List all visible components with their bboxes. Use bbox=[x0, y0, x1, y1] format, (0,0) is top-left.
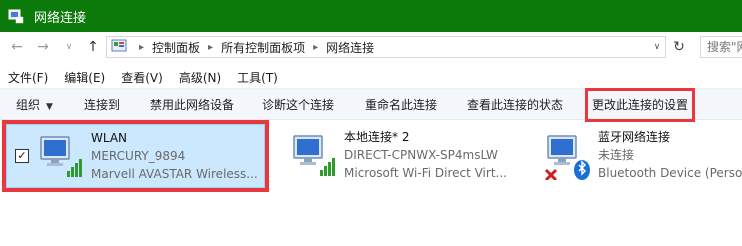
refresh-icon[interactable]: ↻ bbox=[668, 36, 690, 58]
connection-network: DIRECT-CPNWX-SP4msLW bbox=[344, 148, 498, 162]
connection-status: 未连接 bbox=[598, 148, 635, 162]
diagnose-connection-button[interactable]: 诊断这个连接 bbox=[262, 89, 334, 121]
disable-device-button[interactable]: 禁用此网络设备 bbox=[150, 89, 234, 121]
chevron-down-icon: ▼ bbox=[46, 102, 53, 112]
connection-network: MERCURY_9894 bbox=[91, 149, 186, 163]
address-path[interactable]: ▸ 控制面板 ▸ 所有控制面板项 ▸ 网络连接 bbox=[106, 36, 666, 58]
address-dropdown-icon[interactable]: ∨ bbox=[648, 36, 666, 58]
network-connections-app-icon bbox=[8, 8, 24, 24]
menu-edit[interactable]: 编辑(E) bbox=[64, 69, 105, 86]
connection-name: WLAN bbox=[91, 131, 128, 145]
organize-button[interactable]: 组织 ▼ bbox=[16, 89, 53, 121]
selection-checkbox[interactable]: ✓ bbox=[15, 149, 29, 163]
wireless-adapter-icon bbox=[290, 132, 338, 180]
breadcrumb-separator-icon[interactable]: ▸ bbox=[208, 42, 213, 53]
view-status-button[interactable]: 查看此连接的状态 bbox=[467, 89, 563, 121]
menu-file[interactable]: 文件(F) bbox=[8, 69, 48, 86]
breadcrumb-all-items[interactable]: 所有控制面板项 bbox=[221, 39, 305, 56]
recent-locations-chevron-icon[interactable]: ∨ bbox=[58, 36, 80, 58]
connect-to-button[interactable]: 连接到 bbox=[84, 89, 120, 121]
command-bar: 组织 ▼ 连接到 禁用此网络设备 诊断这个连接 重命名此连接 查看此连接的状态 更… bbox=[0, 88, 742, 122]
connection-device: Bluetooth Device (Person bbox=[598, 166, 742, 180]
connection-name: 本地连接* 2 bbox=[344, 130, 410, 144]
connection-item-local-2[interactable]: 本地连接* 2 DIRECT-CPNWX-SP4msLW Microsoft W… bbox=[282, 124, 532, 188]
change-settings-button[interactable]: 更改此连接的设置 bbox=[584, 88, 696, 122]
control-panel-icon bbox=[111, 39, 127, 55]
organize-label: 组织 bbox=[16, 98, 41, 112]
breadcrumb-separator-icon[interactable]: ▸ bbox=[313, 42, 318, 53]
title-bar: 网络连接 bbox=[0, 0, 742, 32]
window-title: 网络连接 bbox=[34, 10, 87, 26]
connection-item-bluetooth[interactable]: 蓝牙网络连接 未连接 Bluetooth Device (Person bbox=[536, 124, 742, 188]
up-arrow-icon[interactable]: ↑ bbox=[82, 36, 104, 58]
menu-advanced[interactable]: 高级(N) bbox=[179, 69, 221, 86]
connection-name: 蓝牙网络连接 bbox=[598, 130, 671, 144]
menu-view[interactable]: 查看(V) bbox=[121, 69, 163, 86]
forward-arrow-icon[interactable]: → bbox=[32, 36, 54, 58]
connection-device: Microsoft Wi-Fi Direct Virt... bbox=[344, 166, 507, 180]
menu-bar: 文件(F) 编辑(E) 查看(V) 高级(N) 工具(T) bbox=[0, 66, 286, 88]
back-arrow-icon[interactable]: ← bbox=[6, 36, 28, 58]
rename-connection-button[interactable]: 重命名此连接 bbox=[365, 89, 437, 121]
connection-item-wlan[interactable]: ✓ WLAN MERCURY_9894 Marvell AVASTAR Wire… bbox=[2, 120, 269, 192]
wireless-adapter-icon bbox=[37, 133, 85, 181]
breadcrumb-separator-icon[interactable]: ▸ bbox=[139, 42, 144, 53]
search-input[interactable]: 搜索"网 bbox=[700, 36, 742, 58]
address-bar: ← → ∨ ↑ ▸ 控制面板 ▸ 所有控制面板项 ▸ 网络连接 ∨ ↻ 搜索"网 bbox=[0, 32, 742, 62]
connection-device: Marvell AVASTAR Wireless... bbox=[91, 167, 258, 181]
bluetooth-adapter-icon bbox=[544, 132, 592, 182]
menu-tools[interactable]: 工具(T) bbox=[237, 69, 278, 86]
breadcrumb-control-panel[interactable]: 控制面板 bbox=[152, 39, 200, 56]
breadcrumb-network-connections[interactable]: 网络连接 bbox=[326, 39, 374, 56]
